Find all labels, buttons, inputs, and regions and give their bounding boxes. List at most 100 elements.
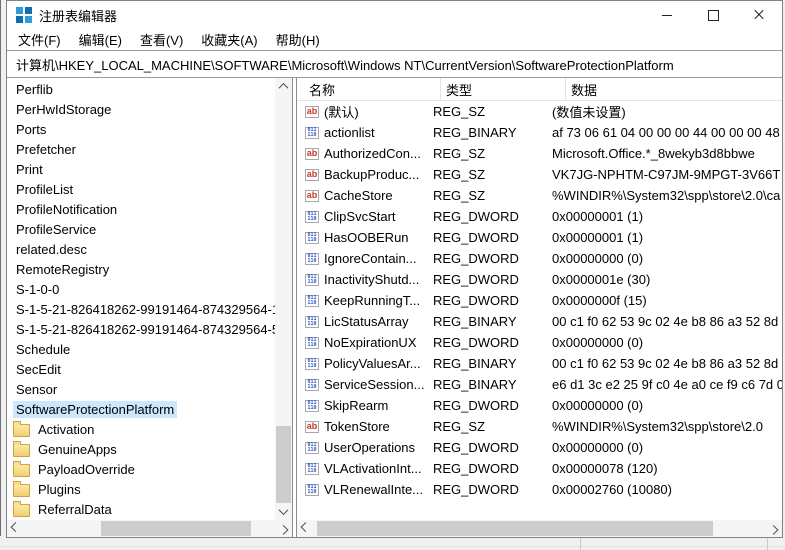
value-name: PolicyValuesAr... bbox=[324, 356, 421, 371]
value-row[interactable]: 011110KeepRunningT...REG_DWORD0x0000000f… bbox=[297, 290, 782, 311]
tree-item[interactable]: Schedule bbox=[7, 339, 275, 359]
value-row[interactable]: 011110IgnoreContain...REG_DWORD0x0000000… bbox=[297, 248, 782, 269]
tree-item-label: ProfileList bbox=[13, 181, 76, 198]
value-row[interactable]: 011110VLActivationInt...REG_DWORD0x00000… bbox=[297, 458, 782, 479]
tree-item[interactable]: S-1-5-21-826418262-99191464-874329564-10 bbox=[7, 299, 275, 319]
tree-item[interactable]: SecEdit bbox=[7, 359, 275, 379]
value-row[interactable]: abCacheStoreREG_SZ%WINDIR%\System32\spp\… bbox=[297, 185, 782, 206]
binary-value-icon: 011110 bbox=[305, 253, 319, 265]
tree-item[interactable]: Plugins bbox=[7, 479, 275, 499]
value-row[interactable]: ab(默认)REG_SZ(数值未设置) bbox=[297, 101, 782, 122]
tree-item[interactable]: Sensor bbox=[7, 379, 275, 399]
value-row[interactable]: abBackupProduc...REG_SZVK7JG-NPHTM-C97JM… bbox=[297, 164, 782, 185]
binary-value-icon: 011110 bbox=[305, 442, 319, 454]
value-row[interactable]: 011110 InactivityShutd... REG_DWORD0x00000… bbox=[297, 269, 782, 290]
values-hscroll-thumb[interactable] bbox=[317, 521, 713, 536]
tree-item-label: S-1-5-21-826418262-99191464-874329564-50 bbox=[13, 321, 275, 338]
value-row[interactable]: abAuthorizedCon...REG_SZMicrosoft.Office… bbox=[297, 143, 782, 164]
tree-item[interactable]: Activation bbox=[7, 419, 275, 439]
values-scroll-left-button[interactable] bbox=[297, 520, 314, 537]
value-type: REG_SZ bbox=[428, 188, 547, 203]
tree-item-label: PayloadOverride bbox=[35, 461, 138, 478]
value-name: InactivityShutd... bbox=[324, 272, 419, 287]
tree-item[interactable]: ProfileNotification bbox=[7, 199, 275, 219]
maximize-button[interactable] bbox=[690, 1, 736, 29]
column-header-name[interactable]: 名称 bbox=[297, 78, 441, 100]
tree-item[interactable]: RemoteRegistry bbox=[7, 259, 275, 279]
value-row[interactable]: 011110ClipSvcStartREG_DWORD0x00000001 (1… bbox=[297, 206, 782, 227]
menu-view[interactable]: 查看(V) bbox=[131, 29, 192, 50]
minimize-button[interactable] bbox=[644, 1, 690, 29]
tree-item[interactable]: related.desc bbox=[7, 239, 275, 259]
tree-item[interactable]: S-1-0-0 bbox=[7, 279, 275, 299]
value-row[interactable]: 011110NoExpirationUXREG_DWORD0x00000000 … bbox=[297, 332, 782, 353]
value-name: CacheStore bbox=[324, 188, 393, 203]
folder-icon bbox=[13, 484, 30, 497]
tree-item[interactable]: ProfileList bbox=[7, 179, 275, 199]
value-type: REG_DWORD bbox=[428, 272, 547, 287]
tree-item[interactable]: Ports bbox=[7, 119, 275, 139]
chevron-right-icon bbox=[279, 525, 289, 535]
tree-scroll-left-button[interactable] bbox=[7, 520, 24, 537]
tree-item[interactable]: Prefetcher bbox=[7, 139, 275, 159]
value-data: 0x00000000 (0) bbox=[547, 440, 782, 455]
binary-value-icon: 011110 bbox=[305, 400, 319, 412]
binary-value-icon: 011110 bbox=[305, 295, 319, 307]
address-bar[interactable]: 计算机\HKEY_LOCAL_MACHINE\SOFTWARE\Microsof… bbox=[7, 50, 782, 78]
value-type: REG_DWORD bbox=[428, 209, 547, 224]
tree-horizontal-scrollbar[interactable] bbox=[7, 520, 292, 537]
tree-item[interactable]: ReferralData bbox=[7, 499, 275, 519]
value-row[interactable]: abTokenStoreREG_SZ%WINDIR%\System32\spp\… bbox=[297, 416, 782, 437]
value-name: ServiceSession... bbox=[324, 377, 424, 392]
regedit-window: 注册表编辑器 文件(F)编辑(E)查看(V)收藏夹(A)帮助(H) 计算机\HK… bbox=[6, 0, 783, 538]
tree-item[interactable]: S-1-5-21-826418262-99191464-874329564-50 bbox=[7, 319, 275, 339]
folder-icon bbox=[13, 424, 30, 437]
tree-item[interactable]: Perflib bbox=[7, 79, 275, 99]
menu-favorites[interactable]: 收藏夹(A) bbox=[192, 29, 266, 50]
menu-file[interactable]: 文件(F) bbox=[9, 29, 70, 50]
values-horizontal-scrollbar[interactable] bbox=[297, 520, 782, 537]
value-row[interactable]: 011110UserOperationsREG_DWORD0x00000000 … bbox=[297, 437, 782, 458]
tree-vertical-scrollbar[interactable] bbox=[275, 78, 292, 520]
value-name: LicStatusArray bbox=[324, 314, 409, 329]
value-data: %WINDIR%\System32\spp\store\2.0\ca bbox=[547, 188, 782, 203]
tree-item[interactable]: Print bbox=[7, 159, 275, 179]
tree-hscroll-thumb[interactable] bbox=[101, 521, 251, 536]
menu-help[interactable]: 帮助(H) bbox=[267, 29, 329, 50]
column-header-type[interactable]: 类型 bbox=[441, 78, 566, 100]
tree-item[interactable]: PerHwIdStorage bbox=[7, 99, 275, 119]
binary-value-icon: 011110 bbox=[305, 274, 319, 286]
value-row[interactable]: 011110PolicyValuesAr...REG_BINARY00 c1 f… bbox=[297, 353, 782, 374]
values-scroll-right-button[interactable] bbox=[765, 520, 782, 537]
binary-value-icon: 011110 bbox=[305, 379, 319, 391]
tree-scroll-right-button[interactable] bbox=[275, 520, 292, 537]
tree-item[interactable]: ProfileService bbox=[7, 219, 275, 239]
value-row[interactable]: 011110VLRenewalInte...REG_DWORD0x0000276… bbox=[297, 479, 782, 500]
tree-item-selected[interactable]: SoftwareProtectionPlatform bbox=[7, 399, 275, 419]
close-button[interactable] bbox=[736, 1, 782, 29]
tree-scroll-down-button[interactable] bbox=[275, 503, 292, 520]
value-row[interactable]: 011110ServiceSession...REG_BINARYe6 d1 3… bbox=[297, 374, 782, 395]
tree-item[interactable]: GenuineApps bbox=[7, 439, 275, 459]
tree-item[interactable]: PayloadOverride bbox=[7, 459, 275, 479]
value-type: REG_DWORD bbox=[428, 335, 547, 350]
value-name: HasOOBERun bbox=[324, 230, 409, 245]
tree-scroll-up-button[interactable] bbox=[275, 78, 292, 95]
tree-item-label: SecEdit bbox=[13, 361, 64, 378]
value-type: REG_SZ bbox=[428, 146, 547, 161]
chevron-right-icon bbox=[769, 525, 779, 535]
value-row[interactable]: 011110LicStatusArrayREG_BINARY00 c1 f0 6… bbox=[297, 311, 782, 332]
menu-edit[interactable]: 编辑(E) bbox=[70, 29, 131, 50]
value-data: 0x0000001e (30) bbox=[547, 272, 782, 287]
value-type: REG_DWORD bbox=[428, 293, 547, 308]
value-row[interactable]: 011110SkipRearmREG_DWORD0x00000000 (0) bbox=[297, 395, 782, 416]
value-row[interactable]: 011110actionlistREG_BINARYaf 73 06 61 04… bbox=[297, 122, 782, 143]
column-header-data[interactable]: 数据 bbox=[566, 78, 782, 100]
binary-value-icon: 011110 bbox=[305, 463, 319, 475]
value-data: 0x00000000 (0) bbox=[547, 398, 782, 413]
value-row[interactable]: 011110HasOOBERunREG_DWORD0x00000001 (1) bbox=[297, 227, 782, 248]
tree-vscroll-thumb[interactable] bbox=[276, 426, 291, 504]
tree-panel: PerflibPerHwIdStoragePortsPrefetcherPrin… bbox=[7, 78, 293, 537]
value-data: 0x00000000 (0) bbox=[547, 251, 782, 266]
values-header: 名称类型数据 bbox=[297, 78, 782, 101]
